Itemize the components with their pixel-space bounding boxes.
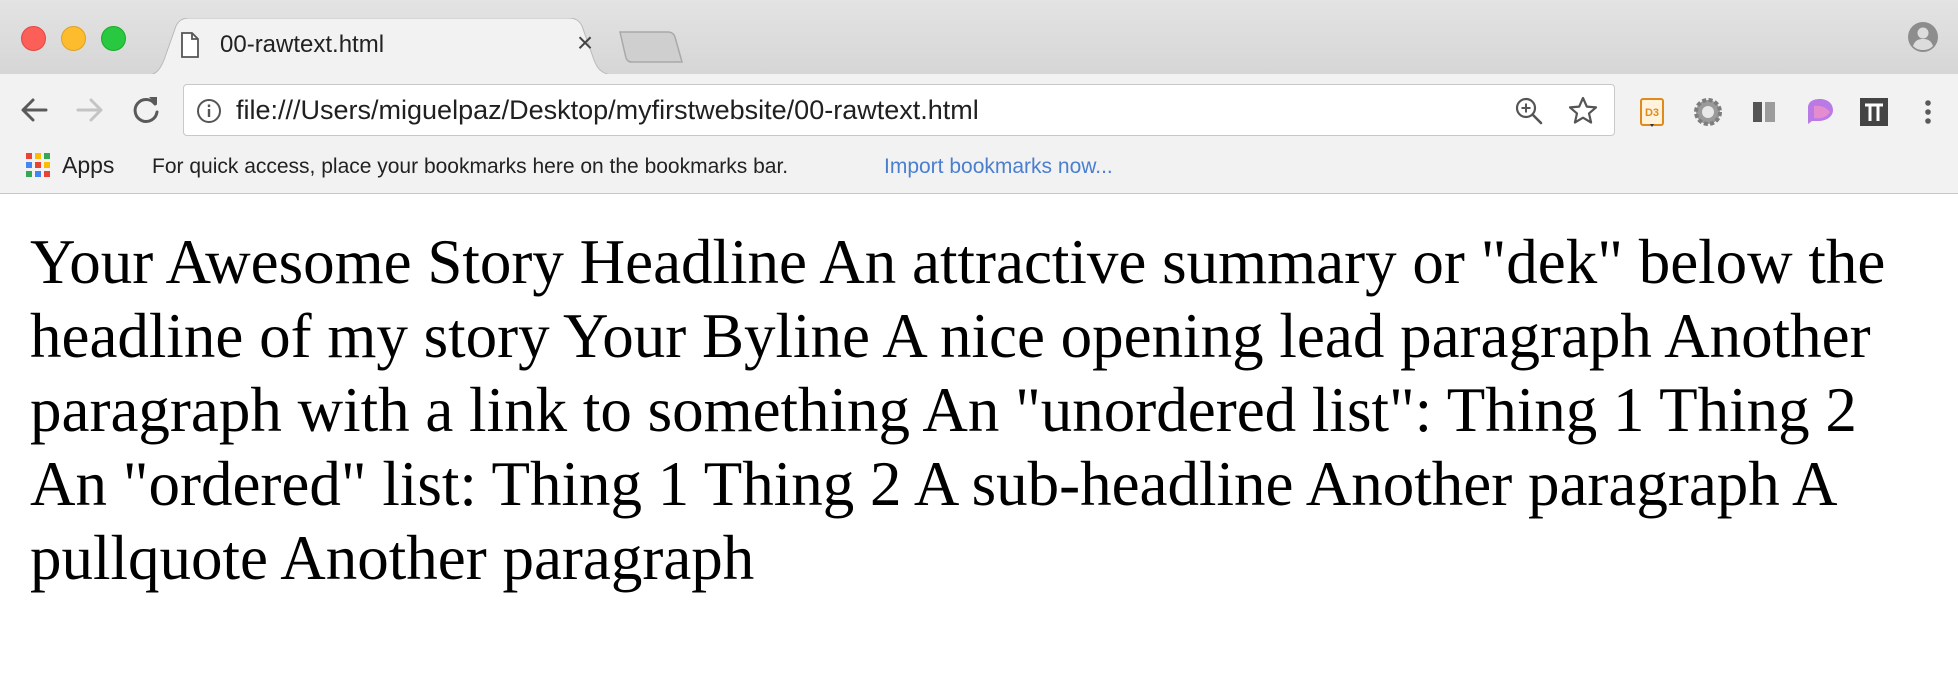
- bookmarks-hint: For quick access, place your bookmarks h…: [152, 155, 789, 178]
- minimize-window-button[interactable]: [61, 26, 86, 51]
- tab-title: 00-rawtext.html: [220, 31, 385, 58]
- info-icon[interactable]: [196, 98, 222, 129]
- bookmarks-bar: Apps For quick access, place your bookma…: [0, 146, 1958, 194]
- svg-text:D3: D3: [1645, 107, 1659, 119]
- title-bar: 00-rawtext.html ×: [0, 0, 1958, 76]
- d3-icon[interactable]: D3: [1636, 96, 1668, 128]
- forward-arrow-icon[interactable]: [72, 92, 108, 128]
- pi-icon[interactable]: [1858, 96, 1890, 128]
- page-content: Your Awesome Story Headline An attractiv…: [0, 195, 1958, 694]
- new-tab-button[interactable]: [618, 30, 684, 69]
- panel-icon[interactable]: [1748, 96, 1780, 128]
- gear-icon[interactable]: [1692, 96, 1724, 128]
- apps-link[interactable]: Apps: [62, 152, 114, 179]
- import-bookmarks-link[interactable]: Import bookmarks now...: [884, 155, 1113, 179]
- url-text[interactable]: file:///Users/miguelpaz/Desktop/myfirstw…: [236, 95, 979, 126]
- menu-dots-icon[interactable]: [1912, 96, 1944, 128]
- maximize-window-button[interactable]: [101, 26, 126, 51]
- apps-grid-icon[interactable]: [24, 151, 52, 184]
- back-arrow-icon[interactable]: [16, 92, 52, 128]
- feather-icon[interactable]: [1804, 96, 1836, 128]
- address-bar[interactable]: file:///Users/miguelpaz/Desktop/myfirstw…: [183, 84, 1615, 136]
- star-icon[interactable]: [1567, 95, 1599, 132]
- toolbar: file:///Users/miguelpaz/Desktop/myfirstw…: [0, 74, 1958, 146]
- tab-close-icon[interactable]: ×: [570, 28, 600, 58]
- tab-active[interactable]: 00-rawtext.html ×: [142, 18, 624, 76]
- reload-icon[interactable]: [128, 92, 164, 128]
- profile-icon[interactable]: [1906, 20, 1940, 59]
- zoom-icon[interactable]: [1514, 96, 1544, 131]
- document-icon: [180, 32, 200, 63]
- raw-page-text: Your Awesome Story Headline An attractiv…: [30, 227, 1886, 593]
- close-window-button[interactable]: [21, 26, 46, 51]
